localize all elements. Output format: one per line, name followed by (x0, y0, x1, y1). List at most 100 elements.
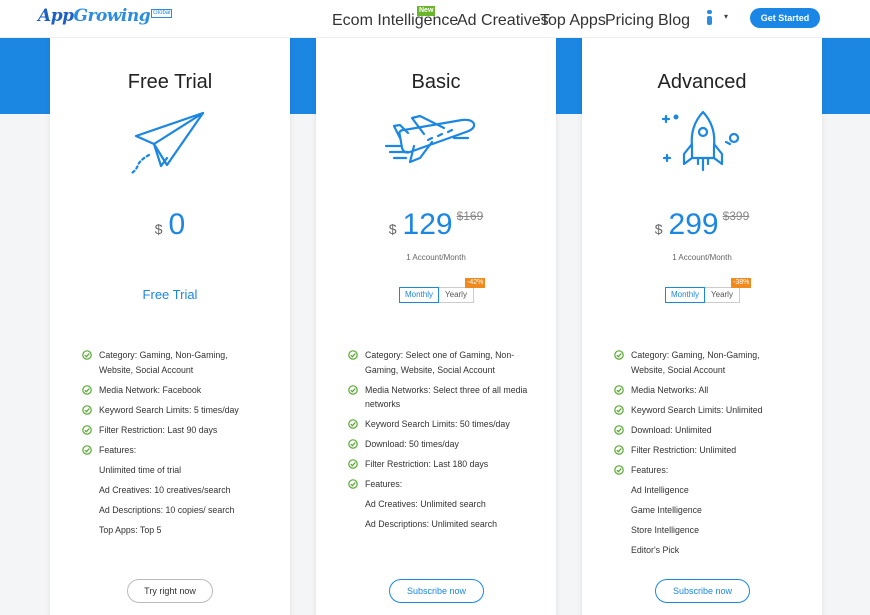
try-right-now-button[interactable]: Try right now (127, 579, 213, 603)
check-circle-icon (82, 350, 92, 360)
nav-ecom-intelligence[interactable]: Ecom Intelligence New (332, 6, 458, 30)
check-circle-icon (348, 384, 358, 395)
feature-text: Features: (365, 479, 403, 489)
feature-text: Game Intelligence (631, 504, 702, 515)
price-amount: 0 (168, 208, 186, 241)
airplane-icon (384, 114, 476, 164)
feature-item: Filter Restriction: Last 180 days (348, 457, 528, 472)
feature-text: Keyword Search Limits: 50 times/day (365, 419, 510, 429)
feature-item: Features: (614, 463, 794, 478)
feature-item: Filter Restriction: Unlimited (614, 443, 794, 458)
currency-symbol: $ (654, 221, 663, 237)
paper-plane-icon (128, 111, 205, 176)
feature-text: Category: Select one of Gaming, Non-Gami… (365, 350, 515, 375)
original-price: $399 (722, 209, 750, 223)
check-circle-icon (348, 419, 358, 429)
feature-text: Store Intelligence (631, 524, 699, 535)
plan-title: Basic (411, 71, 461, 93)
logo-part2: Growing (73, 6, 151, 26)
feature-item: Ad Intelligence (614, 483, 794, 498)
nav-pricing[interactable]: Pricing (605, 12, 654, 30)
check-circle-icon (82, 404, 92, 415)
feature-text: Ad Intelligence (631, 484, 689, 495)
yearly-toggle[interactable]: Yearly (439, 287, 474, 303)
feature-text: Filter Restriction: Last 90 days (99, 424, 218, 435)
nav-blog[interactable]: Blog (658, 12, 690, 30)
original-price: $169 (456, 209, 484, 223)
feature-text: Media Networks: All (631, 384, 709, 395)
nav-ad-creatives[interactable]: Ad Creatives (457, 12, 549, 30)
feature-text: Filter Restriction: Unlimited (631, 444, 737, 455)
plan-card-basic: Basic $ 129 $169 1 Account/Month Monthly… (316, 38, 556, 615)
feature-text: Features: (631, 464, 669, 475)
nav-top-apps[interactable]: Top Apps (540, 12, 606, 30)
chevron-down-icon[interactable]: ▾ (724, 12, 728, 21)
currency-symbol: $ (154, 221, 163, 237)
monthly-toggle[interactable]: Monthly (399, 287, 439, 303)
top-nav-bar: AppGrowing Global Ecom Intelligence New … (0, 0, 870, 38)
discount-badge: -38% (731, 278, 752, 288)
plan-card-advanced: Advanced $ 299 $399 1 Account/Month Mont… (582, 38, 822, 615)
feature-text: Ad Descriptions: 10 copies/ search (99, 504, 235, 515)
logo-global-badge: Global (151, 9, 173, 18)
yearly-toggle[interactable]: Yearly (705, 287, 740, 303)
check-circle-icon (614, 350, 624, 360)
feature-item: Category: Gaming, Non-Gaming, Website, S… (614, 348, 794, 377)
logo-part1: App (38, 6, 74, 26)
check-circle-icon (614, 464, 624, 475)
feature-text: Download: Unlimited (631, 424, 712, 435)
feature-item: Store Intelligence (614, 523, 794, 538)
feature-item: Category: Select one of Gaming, Non-Gami… (348, 348, 528, 377)
free-trial-link[interactable]: Free Trial (50, 287, 290, 302)
feature-text: Top Apps: Top 5 (99, 524, 162, 535)
feature-item: Category: Gaming, Non-Gaming, Website, S… (82, 348, 262, 377)
price-row: $ 129 $169 (316, 208, 556, 242)
feature-item: Features: (82, 443, 262, 458)
feature-list: Category: Select one of Gaming, Non-Gami… (348, 348, 528, 537)
feature-item: Top Apps: Top 5 (82, 523, 262, 538)
feature-item: Ad Descriptions: Unlimited search (348, 517, 528, 532)
feature-item: Keyword Search Limits: 50 times/day (348, 417, 528, 432)
check-circle-icon (82, 384, 92, 395)
feature-item: Features: (348, 477, 528, 492)
price-amount: 129 (402, 208, 453, 241)
billing-toggle: Monthly Yearly -38% (665, 278, 752, 303)
feature-item: Media Network: Facebook (82, 383, 262, 398)
feature-text: Keyword Search Limits: Unlimited (631, 404, 763, 415)
feature-text: Features: (99, 444, 137, 455)
check-circle-icon (82, 424, 92, 435)
user-icon[interactable] (705, 10, 714, 26)
subscribe-now-button[interactable]: Subscribe now (389, 579, 484, 603)
check-circle-icon (614, 404, 624, 415)
currency-symbol: $ (388, 221, 397, 237)
appgrowing-logo[interactable]: AppGrowing Global (38, 6, 173, 26)
feature-text: Category: Gaming, Non-Gaming, Website, S… (631, 350, 760, 375)
feature-item: Editor's Pick (614, 543, 794, 558)
feature-text: Ad Descriptions: Unlimited search (365, 519, 498, 529)
plan-card-free-trial: Free Trial $ 0 Free Trial Category: Gami… (50, 38, 290, 615)
subscribe-now-button[interactable]: Subscribe now (655, 579, 750, 603)
feature-item: Unlimited time of trial (82, 463, 262, 478)
check-circle-icon (82, 444, 92, 455)
check-circle-icon (348, 439, 358, 449)
check-circle-icon (348, 350, 358, 360)
check-circle-icon (614, 384, 624, 395)
feature-text: Unlimited time of trial (99, 464, 182, 475)
feature-text: Download: 50 times/day (365, 439, 459, 449)
feature-item: Keyword Search Limits: 5 times/day (82, 403, 262, 418)
feature-item: Keyword Search Limits: Unlimited (614, 403, 794, 418)
monthly-toggle[interactable]: Monthly (665, 287, 705, 303)
rocket-icon (661, 110, 740, 172)
price-period: 1 Account/Month (672, 253, 732, 262)
get-started-button[interactable]: Get Started (750, 8, 820, 28)
feature-text: Ad Creatives: 10 creatives/search (99, 484, 231, 495)
feature-text: Media Network: Facebook (99, 384, 202, 395)
check-circle-icon (348, 479, 358, 489)
feature-item: Game Intelligence (614, 503, 794, 518)
price-row: $ 0 (50, 208, 290, 242)
check-circle-icon (348, 459, 358, 469)
feature-text: Keyword Search Limits: 5 times/day (99, 404, 239, 415)
feature-item: Download: 50 times/day (348, 437, 528, 452)
feature-text: Filter Restriction: Last 180 days (365, 459, 489, 469)
feature-list: Category: Gaming, Non-Gaming, Website, S… (614, 348, 794, 563)
